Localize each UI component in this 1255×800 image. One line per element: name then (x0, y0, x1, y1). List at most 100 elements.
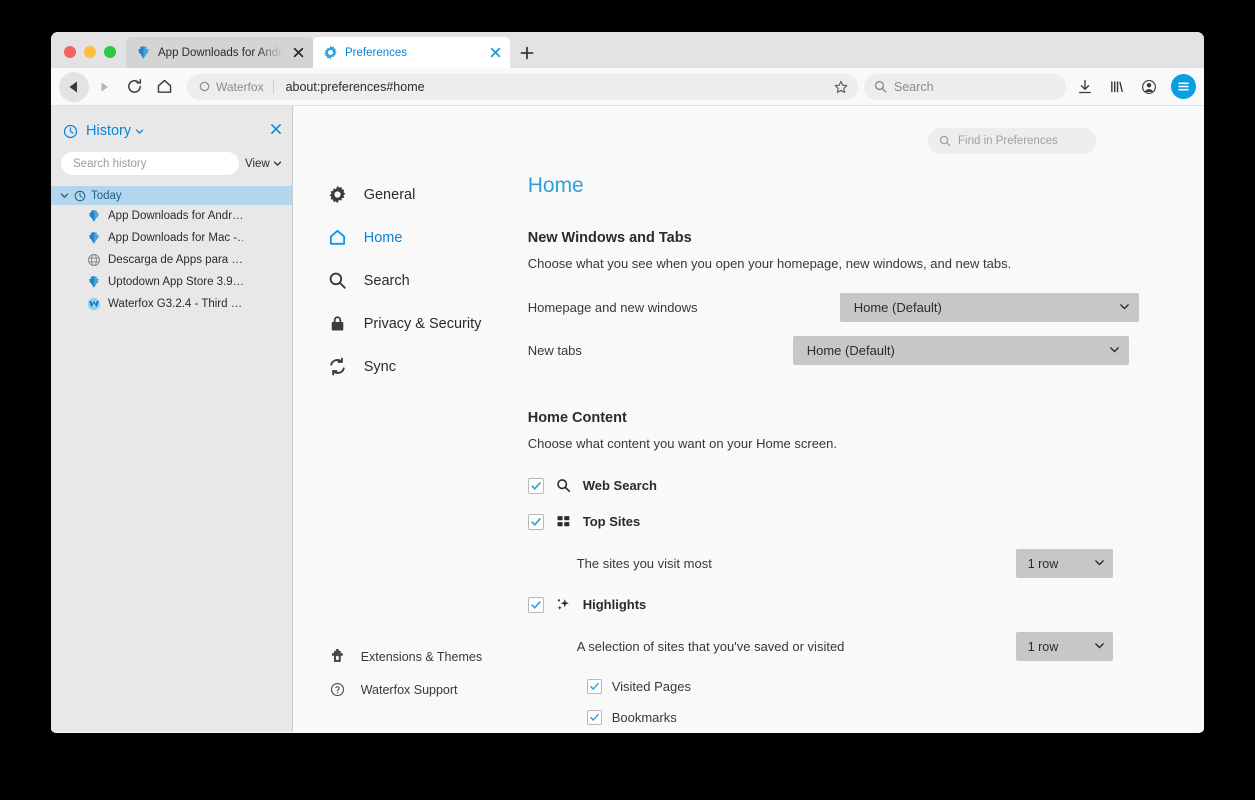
tab-preferences[interactable]: Preferences (313, 37, 510, 68)
history-item[interactable]: App Downloads for Mac -… (51, 227, 292, 249)
bookmarks-checkbox[interactable] (586, 710, 602, 725)
chevron-down-icon (1094, 640, 1105, 654)
section-description-home-content: Choose what content you want on your Hom… (527, 436, 838, 451)
nav-item-label: Home (363, 229, 403, 246)
home-button[interactable] (149, 72, 179, 102)
close-icon[interactable] (486, 44, 504, 62)
uptodown-download-icon (136, 45, 151, 60)
account-icon[interactable] (1134, 72, 1164, 102)
web-search-label: Web Search (582, 478, 657, 493)
sparkle-icon (555, 596, 572, 613)
new-tab-button[interactable] (512, 37, 542, 68)
check-icon (531, 481, 541, 490)
sidebar-header: History (51, 114, 292, 144)
gear-icon (323, 45, 338, 60)
clock-icon (74, 190, 86, 201)
history-item-label: App Downloads for Mac -… (108, 232, 243, 244)
nav-item-label: Extensions & Themes (360, 649, 483, 664)
maximize-window-button[interactable] (104, 46, 116, 58)
web-search-row: Web Search (527, 477, 1204, 494)
address-bar[interactable]: Waterfox about:preferences#home (187, 73, 858, 100)
close-sidebar-button[interactable] (270, 122, 282, 140)
browser-window: App Downloads for Android - Dow Preferen… (51, 32, 1204, 733)
highlights-description: A selection of sites that you've saved o… (576, 639, 845, 654)
history-group-label: Today (91, 189, 122, 202)
puzzle-icon (330, 649, 346, 665)
tab-app-downloads[interactable]: App Downloads for Android - Dow (126, 37, 313, 68)
top-sites-rows-select[interactable]: 1 row (1015, 549, 1113, 578)
highlights-checkbox[interactable] (527, 596, 544, 613)
nav-item-search[interactable]: Search (293, 259, 513, 302)
top-sites-checkbox[interactable] (527, 513, 544, 530)
reload-button[interactable] (119, 72, 149, 102)
sidebar-search-row: View (51, 144, 292, 175)
check-icon (531, 517, 541, 526)
waterfox-icon (87, 297, 101, 311)
check-icon (590, 713, 599, 721)
nav-item-label: General (363, 186, 416, 203)
view-menu-label: View (245, 157, 270, 170)
bookmarks-label: Bookmarks (611, 710, 677, 725)
navigation-toolbar: Waterfox about:preferences#home Search (51, 68, 1204, 106)
history-item[interactable]: App Downloads for Andr… (51, 205, 292, 227)
history-item-label: Uptodown App Store 3.9… (108, 276, 243, 288)
view-menu-button[interactable]: View (245, 158, 284, 170)
nav-item-general[interactable]: General (293, 173, 513, 216)
history-group-today[interactable]: Today (51, 186, 292, 205)
nav-item-label: Privacy & Security (363, 315, 482, 332)
newtabs-select-value: Home (Default) (806, 343, 895, 358)
chevron-down-icon (60, 193, 69, 199)
nav-item-home[interactable]: Home (293, 216, 513, 259)
visited-pages-row: Visited Pages (586, 679, 1204, 694)
history-item[interactable]: Descarga de Apps para … (51, 249, 292, 271)
url-text: about:preferences#home (285, 79, 425, 94)
newtabs-select[interactable]: Home (Default) (792, 336, 1129, 365)
web-search-checkbox[interactable] (527, 477, 544, 494)
visited-pages-label: Visited Pages (611, 679, 691, 694)
newtabs-row: New tabs Home (Default) (528, 336, 1204, 365)
bookmarks-row: Bookmarks (586, 710, 1204, 725)
preferences-nav-bottom: Extensions & Themes Waterfox Support (293, 640, 513, 706)
nav-item-label: Waterfox Support (360, 682, 458, 697)
close-icon[interactable] (289, 44, 307, 62)
toolbar-search-box[interactable]: Search (864, 73, 1066, 100)
library-icon[interactable] (1102, 72, 1132, 102)
uptodown-download-icon (87, 231, 101, 245)
sidebar-title: History (86, 123, 132, 139)
nav-item-extensions-themes[interactable]: Extensions & Themes (293, 640, 513, 673)
close-window-button[interactable] (64, 46, 76, 58)
search-placeholder: Search (894, 79, 934, 94)
homepage-label: Homepage and new windows (527, 300, 698, 315)
search-history-input[interactable] (61, 152, 239, 175)
back-button[interactable] (59, 71, 89, 102)
check-icon (531, 600, 541, 609)
chevron-down-icon[interactable] (135, 127, 144, 136)
nav-item-waterfox-support[interactable]: Waterfox Support (293, 673, 513, 706)
nav-item-privacy-security[interactable]: Privacy & Security (293, 302, 513, 345)
lock-icon (328, 314, 348, 334)
top-sites-row: Top Sites (527, 513, 1204, 530)
home-content-block: Home Content Choose what content you wan… (527, 410, 1204, 733)
forward-button[interactable] (89, 72, 119, 102)
section-heading-home-content: Home Content (527, 410, 627, 426)
nav-item-sync[interactable]: Sync (293, 345, 513, 388)
history-item[interactable]: Uptodown App Store 3.9… (51, 271, 292, 293)
identity-box[interactable]: Waterfox (199, 79, 274, 94)
window-controls (51, 46, 126, 68)
app-menu-icon[interactable] (1171, 74, 1196, 99)
homepage-select[interactable]: Home (Default) (839, 293, 1139, 322)
top-sites-description: The sites you visit most (576, 556, 712, 571)
clock-icon (63, 124, 78, 138)
minimize-window-button[interactable] (84, 46, 96, 58)
visited-pages-checkbox[interactable] (586, 679, 602, 694)
bookmark-star-icon[interactable] (828, 76, 854, 98)
highlights-rows-select[interactable]: 1 row (1015, 632, 1113, 661)
downloads-icon[interactable] (1070, 72, 1100, 102)
tab-title: App Downloads for Android - Dow (158, 46, 285, 59)
highlights-rows-value: 1 row (1027, 639, 1059, 654)
highlights-row: Highlights (527, 596, 1204, 613)
preferences-page: Find in Preferences General Home Search … (292, 106, 1204, 733)
uptodown-download-icon (87, 209, 101, 223)
grid-icon (555, 513, 572, 530)
history-item[interactable]: Waterfox G3.2.4 - Third … (51, 293, 292, 315)
